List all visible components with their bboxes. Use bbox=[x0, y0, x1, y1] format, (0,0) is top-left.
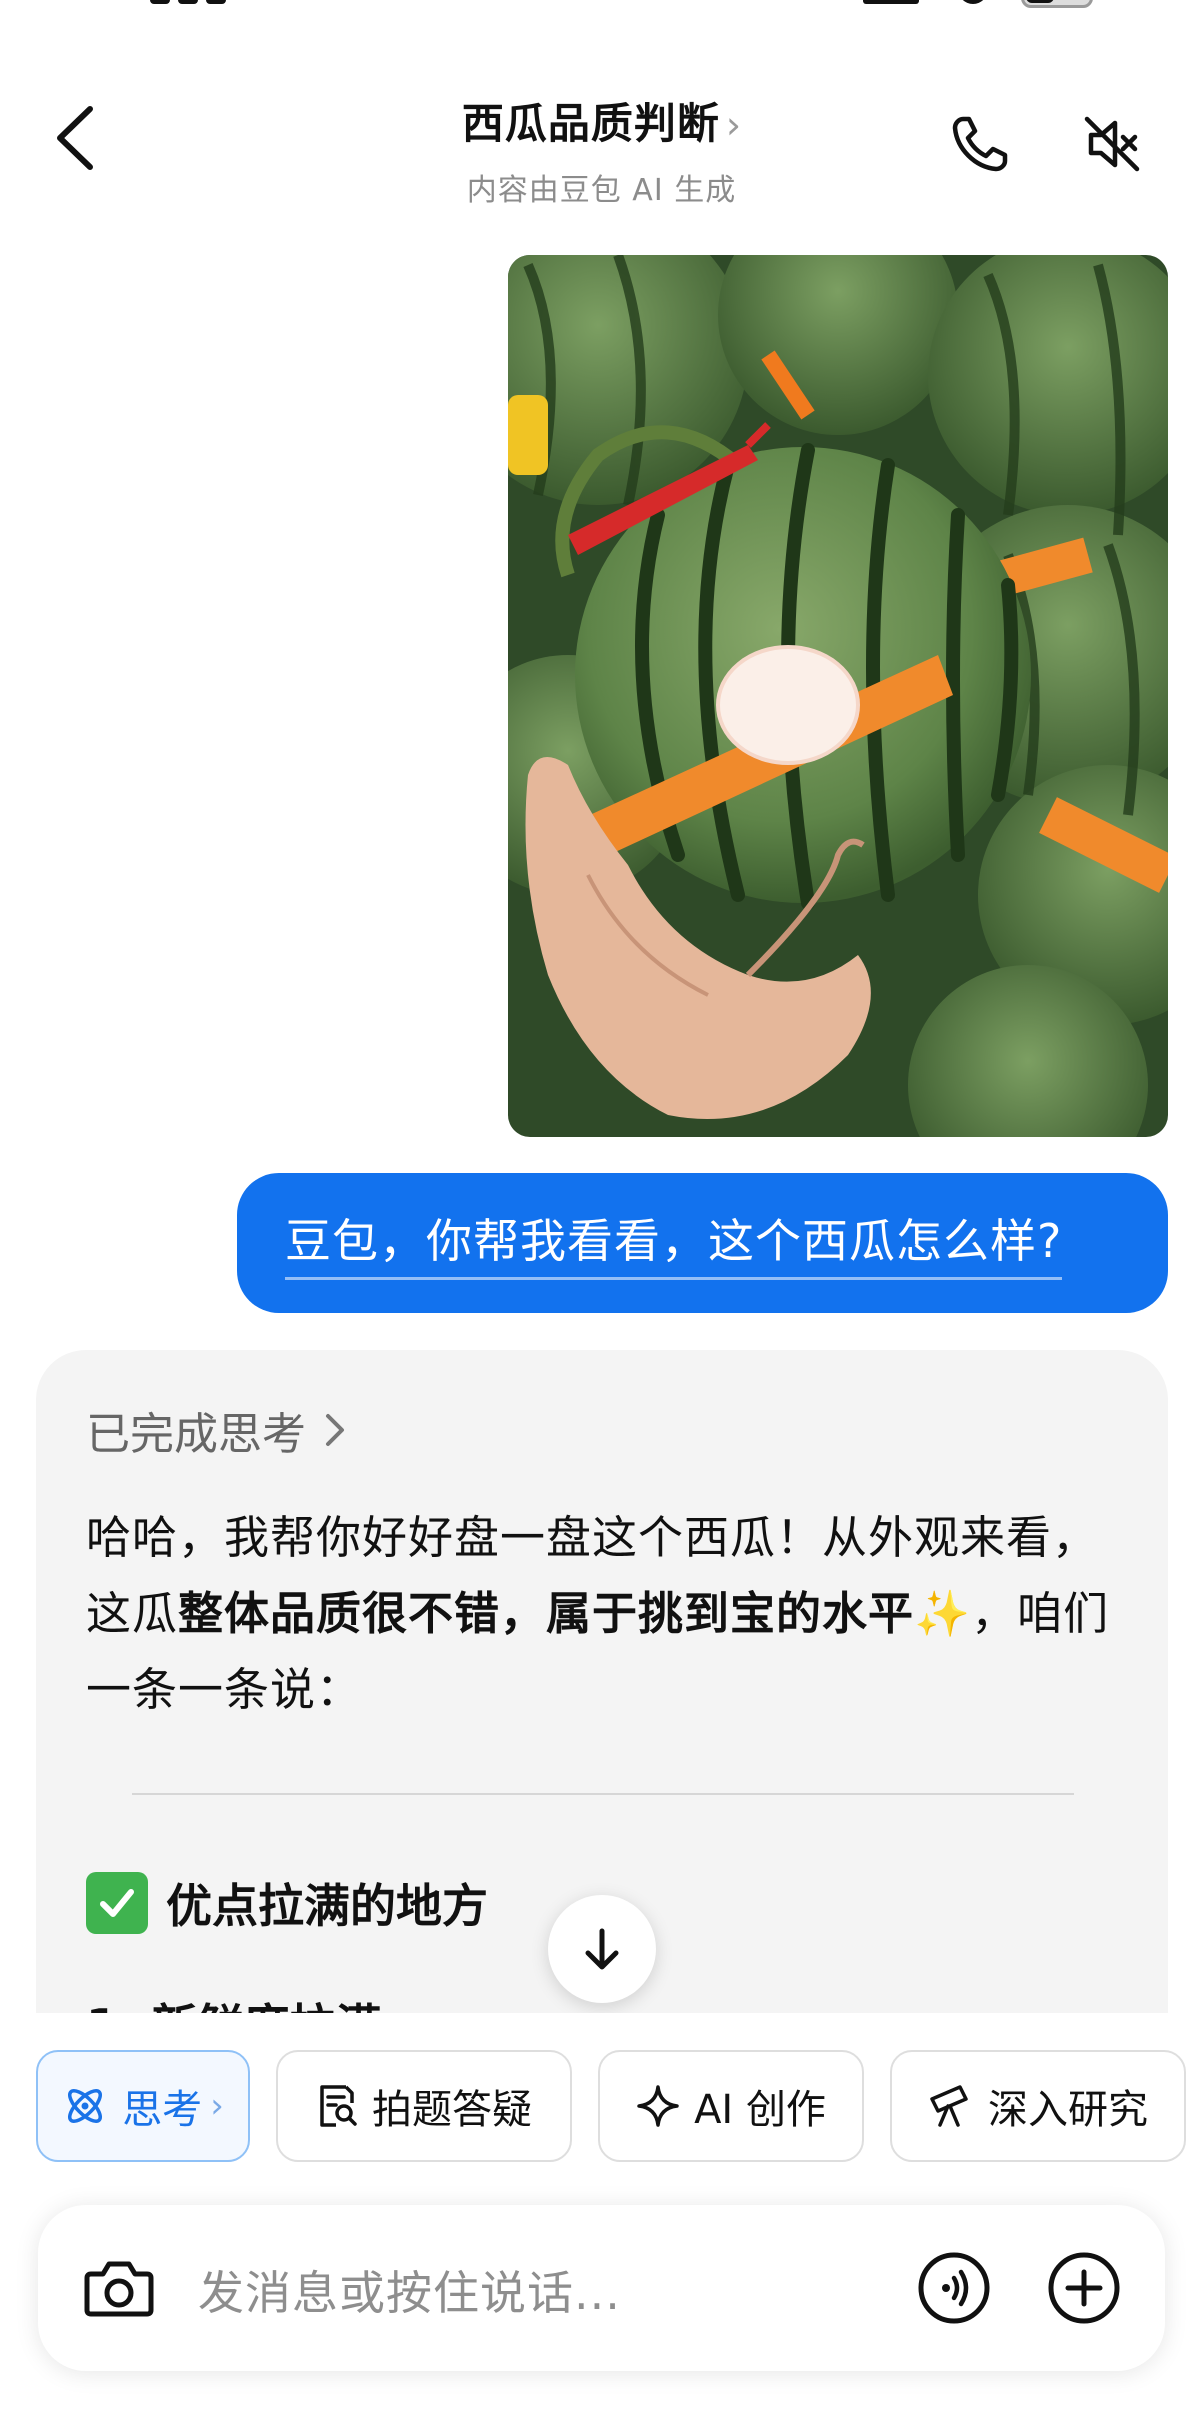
camera-icon bbox=[84, 2261, 154, 2317]
user-text-message[interactable]: 豆包，你帮我看看，这个西瓜怎么样? bbox=[237, 1173, 1168, 1313]
status-bar bbox=[0, 0, 1203, 40]
thinking-status-toggle[interactable]: 已完成思考 bbox=[86, 1398, 346, 1462]
chip-think[interactable]: 思考 › bbox=[36, 2050, 250, 2162]
ai-intro-paragraph: 哈哈，我帮你好好盘一盘这个西瓜！从外观来看，这瓜整体品质很不错，属于挑到宝的水平… bbox=[86, 1500, 1126, 1728]
chat-title-block[interactable]: 西瓜品质判断 › 内容由豆包 AI 生成 bbox=[300, 90, 903, 209]
chevron-right-icon bbox=[326, 1414, 344, 1446]
arrow-down-icon bbox=[585, 1928, 619, 1970]
mute-button[interactable] bbox=[1072, 104, 1152, 184]
chip-photo-qa[interactable]: 拍题答疑 bbox=[276, 2050, 572, 2162]
user-message-text: 豆包，你帮我看看，这个西瓜怎么样? bbox=[285, 1205, 1063, 1280]
plus-circle-icon bbox=[1048, 2252, 1120, 2324]
chip-think-label: 思考 bbox=[122, 2087, 203, 2133]
page-title[interactable]: 西瓜品质判断 bbox=[462, 99, 720, 148]
status-time bbox=[150, 0, 270, 8]
message-input-bar: 发消息或按住说话... bbox=[38, 2205, 1165, 2371]
phone-call-button[interactable] bbox=[940, 104, 1020, 184]
wifi-icon bbox=[958, 0, 988, 4]
camera-button[interactable] bbox=[78, 2247, 160, 2329]
voice-call-icon bbox=[918, 2252, 990, 2324]
section-title: 优点拉满的地方 bbox=[166, 1879, 488, 1933]
phone-icon bbox=[952, 116, 1008, 172]
thinking-status-label: 已完成思考 bbox=[86, 1409, 306, 1460]
chat-header: 西瓜品质判断 › 内容由豆包 AI 生成 bbox=[0, 60, 1203, 210]
back-button[interactable] bbox=[38, 102, 110, 174]
user-image-message[interactable] bbox=[508, 255, 1168, 1137]
bottom-composer: 思考 › 拍题答疑 AI 创作 深入研究 发消息或按住说话... bbox=[0, 2013, 1203, 2415]
doc-search-icon bbox=[320, 2085, 357, 2127]
chevron-left-icon bbox=[57, 106, 93, 170]
ai-generated-note: 内容由豆包 AI 生成 bbox=[466, 173, 737, 208]
voice-call-button[interactable] bbox=[914, 2248, 994, 2328]
telescope-icon bbox=[930, 2085, 968, 2127]
check-mark-icon bbox=[86, 1872, 148, 1934]
plus-button[interactable] bbox=[1044, 2248, 1124, 2328]
ai-para-bold: 整体品质很不错，属于挑到宝的水平 bbox=[178, 1587, 915, 1640]
watermelon-photo bbox=[508, 255, 1168, 1137]
chip-ai-create[interactable]: AI 创作 bbox=[598, 2050, 864, 2162]
sparkle-icon: ✨ bbox=[914, 1587, 972, 1640]
chip-research-label: 深入研究 bbox=[988, 2087, 1148, 2133]
chip-photo-label: 拍题答疑 bbox=[372, 2087, 532, 2133]
sparkle-icon bbox=[637, 2085, 679, 2127]
atom-icon bbox=[68, 2089, 103, 2123]
message-input[interactable]: 发消息或按住说话... bbox=[198, 2257, 621, 2323]
battery-icon bbox=[1021, 0, 1093, 8]
title-chevron-icon: › bbox=[725, 103, 742, 147]
chip-create-label: AI 创作 bbox=[694, 2087, 826, 2133]
speaker-mute-icon bbox=[1084, 116, 1140, 172]
chip-chevron-icon: › bbox=[210, 2086, 224, 2126]
status-icons bbox=[863, 0, 1093, 8]
chip-deep-research[interactable]: 深入研究 bbox=[890, 2050, 1186, 2162]
signal-icon bbox=[863, 0, 919, 4]
section-heading: 优点拉满的地方 bbox=[86, 1870, 488, 1936]
scroll-to-bottom-button[interactable] bbox=[548, 1895, 656, 2003]
divider bbox=[132, 1793, 1074, 1795]
